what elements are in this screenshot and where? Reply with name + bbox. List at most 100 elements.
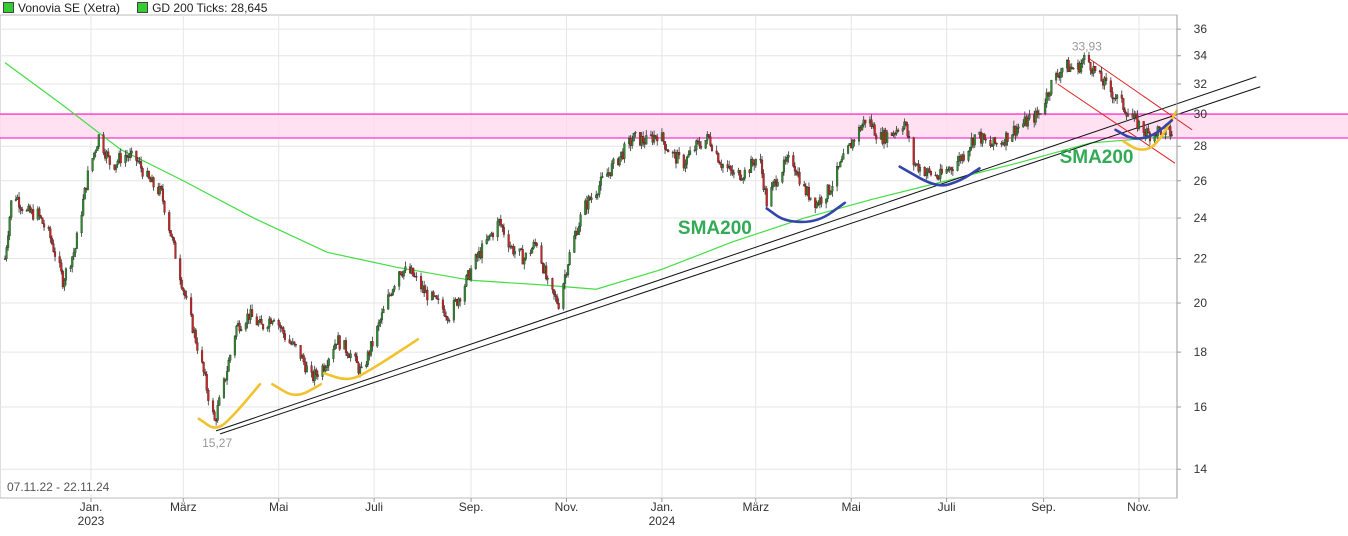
candle-body — [96, 146, 99, 152]
candle-body — [326, 365, 329, 368]
candle-body — [108, 155, 111, 165]
candle-body — [534, 242, 537, 244]
y-tick-label: 34 — [1194, 49, 1208, 63]
candle-body — [873, 124, 876, 136]
candle-body — [612, 158, 615, 164]
candle-body — [656, 136, 659, 142]
candle-body — [86, 170, 89, 190]
candle-body — [244, 323, 247, 330]
x-tick-label: Nov. — [555, 500, 579, 514]
candle-body — [393, 286, 396, 290]
candle-body — [1048, 93, 1051, 97]
legend-swatch-sma — [137, 2, 149, 13]
candle-body — [989, 140, 992, 146]
candle-body — [781, 172, 784, 183]
candle-body — [43, 223, 46, 228]
chart-legend: Vonovia SE (Xetra) GD 200 Ticks: 28,645 — [0, 0, 281, 15]
candle-body — [950, 167, 953, 170]
candle-body — [443, 309, 446, 317]
y-tick-label: 24 — [1194, 211, 1208, 225]
candle-body — [642, 136, 645, 143]
x-tick-label: Mai — [842, 500, 861, 514]
candle-body — [119, 153, 122, 164]
candle-body — [754, 158, 757, 166]
candle-body — [75, 232, 78, 249]
candle-body — [918, 167, 922, 172]
candle-body — [940, 168, 943, 174]
candle-body — [160, 186, 163, 190]
candle-body — [1127, 113, 1130, 117]
candle-body — [116, 161, 119, 165]
candle-body — [1072, 67, 1075, 70]
candle-body — [546, 278, 549, 280]
candle-body — [257, 321, 260, 326]
candle-body — [201, 350, 204, 363]
candle-body — [8, 217, 11, 236]
candle-body — [601, 176, 604, 178]
candle-body — [535, 243, 538, 246]
candle-body — [316, 374, 319, 377]
candle-body — [277, 320, 280, 326]
candle-body — [1059, 72, 1062, 78]
candle-body — [204, 371, 207, 375]
candle-body — [1137, 121, 1141, 129]
candle-body — [847, 145, 850, 154]
y-tick-label: 32 — [1194, 77, 1208, 91]
candle-body — [324, 367, 327, 372]
candle-body — [202, 361, 205, 373]
candle-body — [951, 169, 954, 171]
candle-body — [732, 172, 735, 175]
candle-body — [346, 352, 349, 357]
candle-body — [371, 341, 374, 347]
candle-body — [1094, 66, 1097, 72]
candle-body — [129, 153, 132, 158]
price-extreme-label: 15,27 — [202, 436, 232, 450]
candle-body — [470, 268, 473, 280]
candle-body — [218, 397, 221, 406]
x-tick-label: Sep. — [1031, 500, 1056, 514]
candle-body — [229, 355, 232, 361]
candle-body — [664, 141, 667, 150]
candle-body — [152, 177, 155, 188]
candle-body — [809, 197, 812, 200]
candle-body — [956, 161, 959, 171]
candle-body — [606, 173, 609, 177]
candle-body — [446, 316, 449, 321]
x-axis: Jan.2023März Mai Juli Sep. Nov. Jan.2024März M… — [78, 498, 1151, 528]
candle-body — [183, 290, 186, 297]
candle-body — [721, 164, 724, 168]
candle-body — [1011, 134, 1014, 142]
candle-body — [190, 297, 193, 315]
candle-body — [803, 184, 806, 187]
y-tick-label: 20 — [1194, 296, 1208, 310]
candle-body — [114, 164, 118, 170]
candle-body — [751, 159, 754, 164]
candle-body — [1122, 98, 1125, 110]
candle-body — [179, 258, 182, 281]
legend-swatch-stock — [3, 2, 14, 13]
candle-body — [196, 342, 199, 351]
candle-body — [590, 197, 593, 200]
candle-body — [836, 166, 839, 187]
candle-body — [912, 137, 915, 166]
candle-body — [233, 336, 236, 356]
candle-body — [925, 172, 928, 177]
candle-body — [130, 150, 133, 154]
candle-body — [743, 169, 746, 179]
candle-body — [698, 141, 701, 147]
candle-body — [488, 235, 491, 237]
candle-body — [563, 274, 566, 284]
candle-body — [886, 132, 889, 143]
candle-body — [710, 145, 714, 152]
x-tick-label: Jan. — [651, 500, 674, 514]
candle-body — [72, 252, 75, 257]
x-tick-label: Juli — [365, 500, 383, 514]
candle-body — [354, 353, 357, 357]
candle-body — [399, 271, 402, 275]
x-tick-label: März — [742, 500, 769, 514]
candle-body — [426, 289, 429, 301]
price-extreme-label: 33,93 — [1072, 40, 1102, 54]
candle-body — [161, 188, 165, 202]
candle-body — [798, 171, 801, 185]
candle-body — [380, 312, 383, 321]
